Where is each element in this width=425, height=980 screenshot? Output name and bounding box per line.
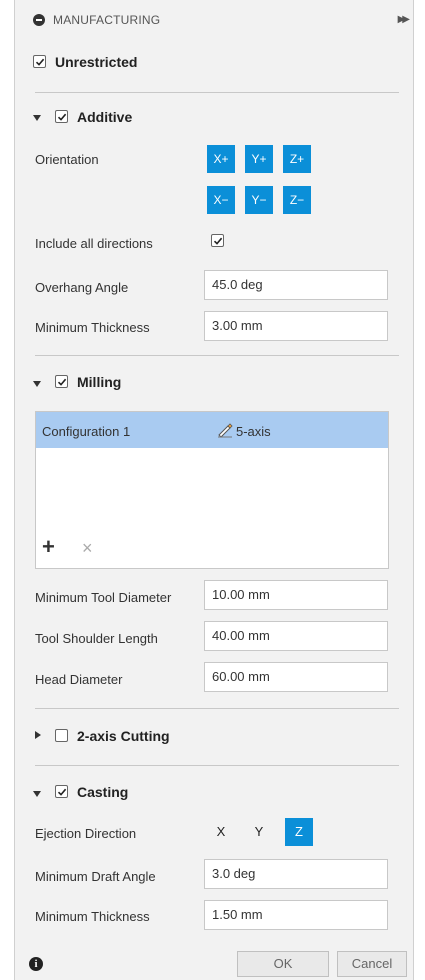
milling-checkbox[interactable] <box>55 375 68 388</box>
unrestricted-label: Unrestricted <box>55 54 138 70</box>
orientation-x-plus-button[interactable]: X+ <box>207 145 235 173</box>
unrestricted-checkbox[interactable] <box>33 55 46 68</box>
ejection-direction-label: Ejection Direction <box>35 826 137 841</box>
checkmark-icon <box>57 788 67 796</box>
cutting-expand-icon[interactable] <box>35 731 41 739</box>
casting-expand-icon[interactable] <box>33 791 41 797</box>
checkmark-icon <box>57 113 67 121</box>
divider <box>35 708 399 709</box>
orientation-label: Orientation <box>35 152 99 167</box>
milling-label: Milling <box>77 374 122 390</box>
divider <box>35 92 399 93</box>
min-tool-diameter-label: Minimum Tool Diameter <box>35 590 172 605</box>
list-item[interactable]: Configuration 1 5-axis <box>36 412 388 448</box>
casting-min-thickness-input[interactable]: 1.50 mm <box>204 900 388 930</box>
orientation-y-minus-button[interactable]: Y− <box>245 186 273 214</box>
cutting-checkbox[interactable] <box>55 729 68 742</box>
casting-checkbox[interactable] <box>55 785 68 798</box>
min-draft-angle-label: Minimum Draft Angle <box>35 869 156 884</box>
overhang-angle-input[interactable]: 45.0 deg <box>204 270 388 300</box>
overhang-angle-label: Overhang Angle <box>35 280 129 295</box>
min-tool-diameter-input[interactable]: 10.00 mm <box>204 580 388 610</box>
divider <box>35 355 399 356</box>
orientation-y-plus-button[interactable]: Y+ <box>245 145 273 173</box>
casting-label: Casting <box>77 784 129 800</box>
orientation-z-minus-button[interactable]: Z− <box>283 186 311 214</box>
cancel-button[interactable]: Cancel <box>337 951 407 977</box>
checkmark-icon <box>57 378 67 386</box>
remove-config-icon[interactable]: × <box>82 538 93 559</box>
expand-panel-icon[interactable]: ▶▶ <box>398 14 411 25</box>
info-icon[interactable]: i <box>29 957 43 971</box>
include-all-directions-checkbox[interactable] <box>211 234 224 247</box>
orientation-z-plus-button[interactable]: Z+ <box>283 145 311 173</box>
head-diameter-label: Head Diameter <box>35 672 123 687</box>
manufacturing-panel: MANUFACTURING ▶▶ Unrestricted Additive O… <box>14 0 414 980</box>
cutting-label: 2-axis Cutting <box>77 728 170 744</box>
checkmark-icon <box>35 58 45 66</box>
ejection-y-button[interactable]: Y <box>245 818 273 846</box>
panel-title: MANUFACTURING <box>53 13 161 27</box>
add-config-icon[interactable]: + <box>42 534 55 560</box>
tool-shoulder-length-label: Tool Shoulder Length <box>35 631 158 646</box>
additive-label: Additive <box>77 109 133 125</box>
ejection-x-button[interactable]: X <box>207 818 235 846</box>
config-type: 5-axis <box>236 424 271 439</box>
casting-min-thickness-label: Minimum Thickness <box>35 909 150 924</box>
additive-min-thickness-input[interactable]: 3.00 mm <box>204 311 388 341</box>
include-all-directions-label: Include all directions <box>35 236 153 251</box>
milling-expand-icon[interactable] <box>33 381 41 387</box>
head-diameter-input[interactable]: 60.00 mm <box>204 662 388 692</box>
ok-button[interactable]: OK <box>237 951 329 977</box>
ejection-z-button[interactable]: Z <box>285 818 313 846</box>
config-name: Configuration 1 <box>42 424 131 439</box>
additive-checkbox[interactable] <box>55 110 68 123</box>
additive-expand-icon[interactable] <box>33 115 41 121</box>
additive-min-thickness-label: Minimum Thickness <box>35 320 150 335</box>
divider <box>35 765 399 766</box>
milling-config-list[interactable]: Configuration 1 5-axis + × <box>35 411 389 569</box>
orientation-x-minus-button[interactable]: X− <box>207 186 235 214</box>
tool-shoulder-length-input[interactable]: 40.00 mm <box>204 621 388 651</box>
collapse-section-icon[interactable] <box>33 14 45 26</box>
checkmark-icon <box>213 237 223 245</box>
min-draft-angle-input[interactable]: 3.0 deg <box>204 859 388 889</box>
edit-machine-icon <box>218 423 233 438</box>
panel-header[interactable]: MANUFACTURING ▶▶ <box>15 0 413 44</box>
